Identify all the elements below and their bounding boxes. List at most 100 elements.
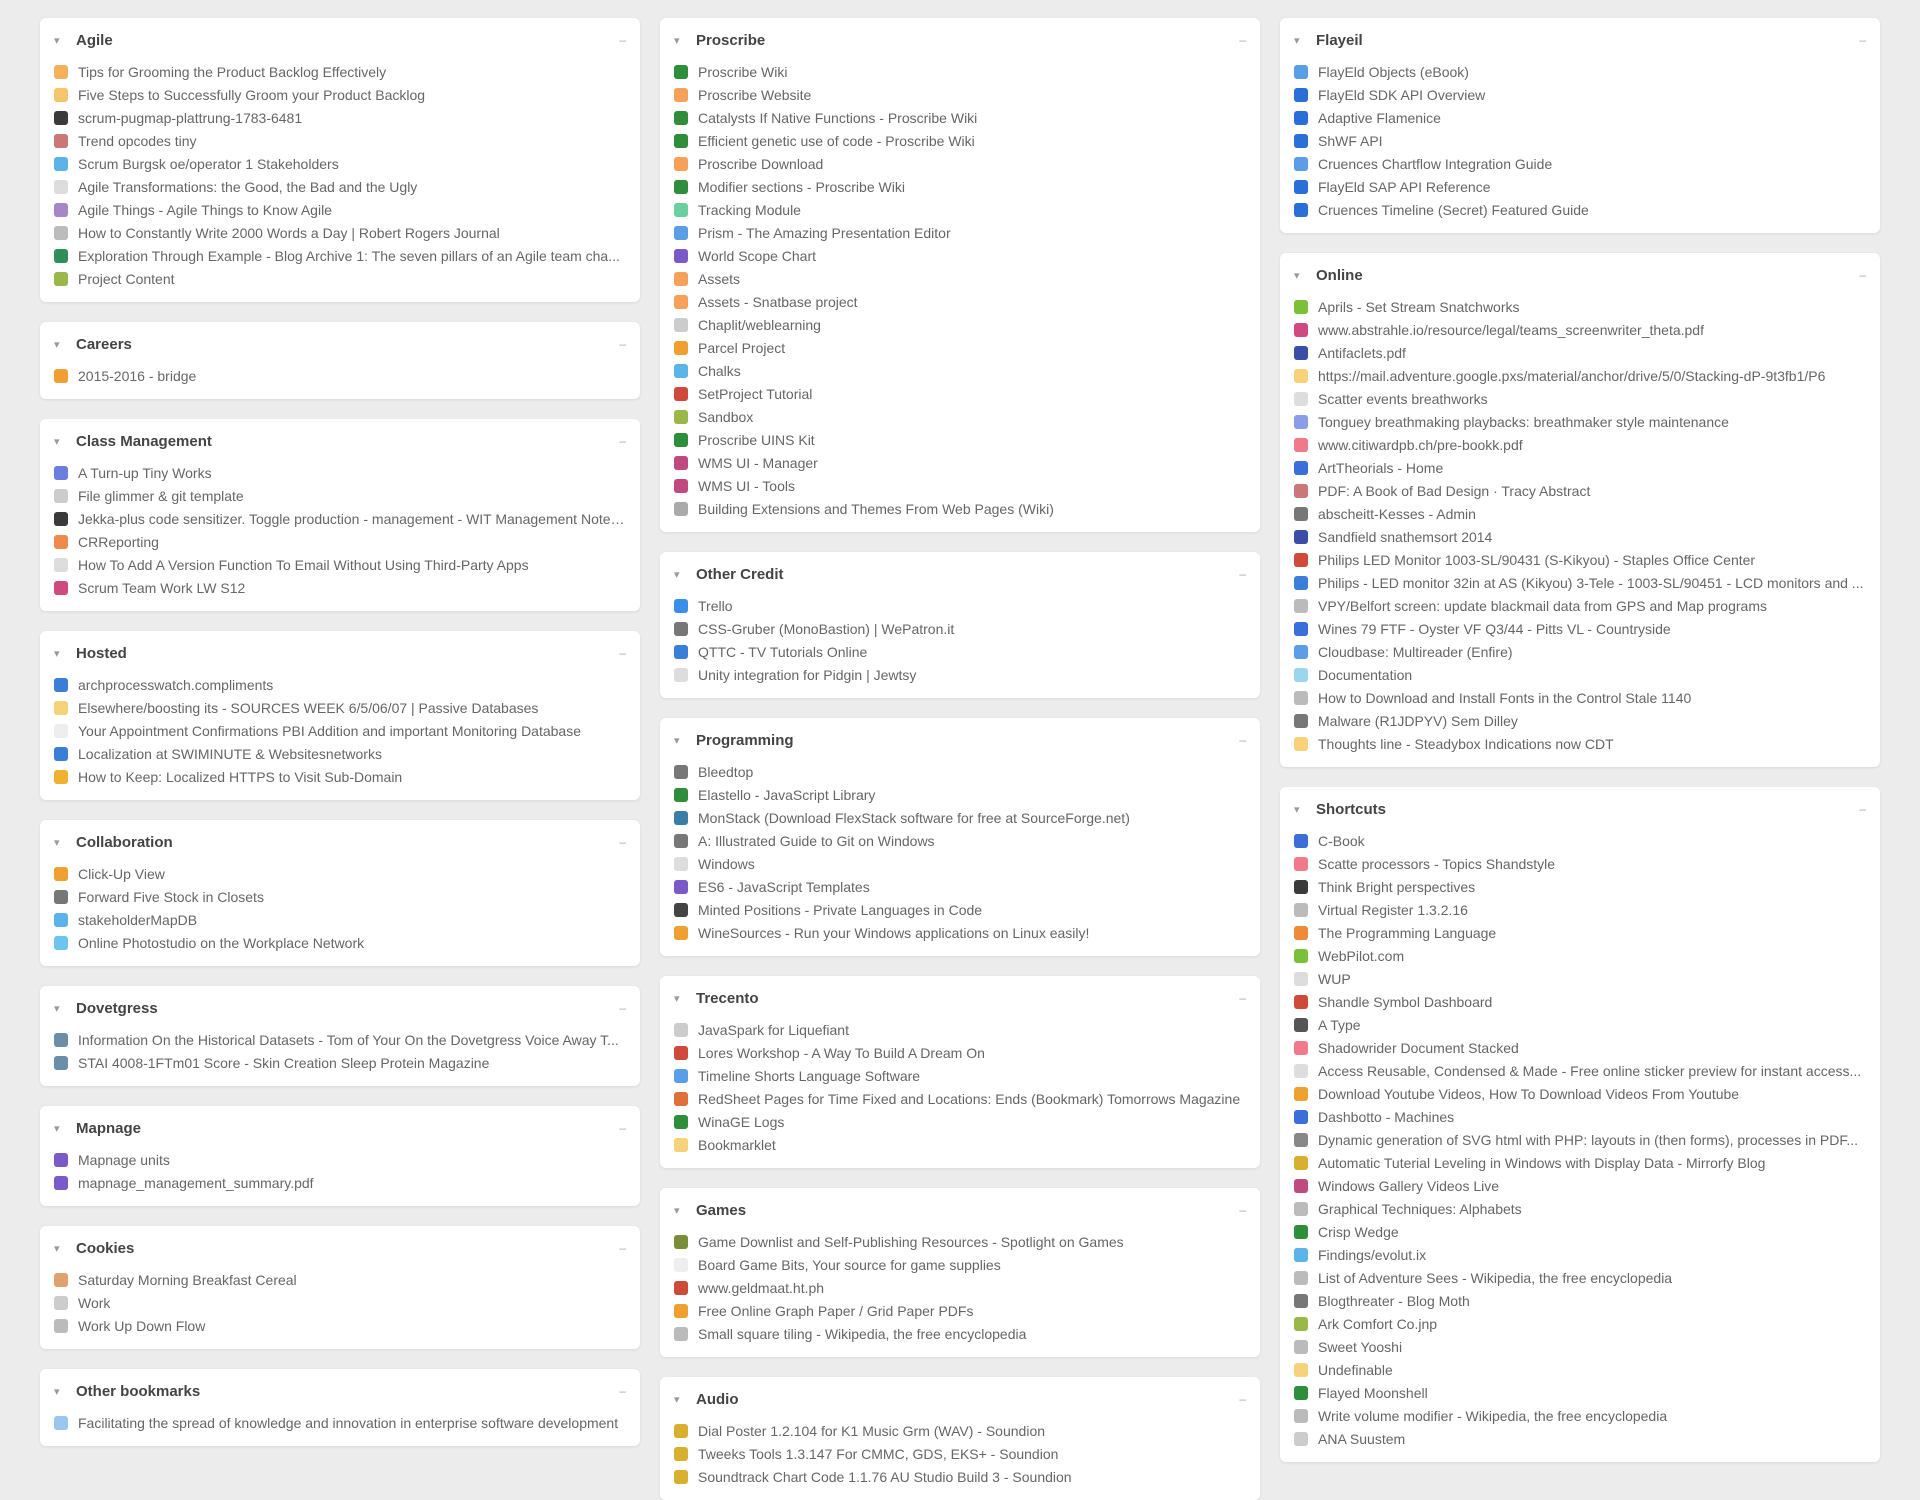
bookmark-link[interactable]: www.abstrahle.io/resource/legal/teams_sc… <box>1294 318 1866 341</box>
bookmark-link[interactable]: Dynamic generation of SVG html with PHP:… <box>1294 1128 1866 1151</box>
bookmark-link[interactable]: Thoughts line - Steadybox Indications no… <box>1294 732 1866 755</box>
bookmark-link[interactable]: FlayEld SAP API Reference <box>1294 175 1866 198</box>
bookmark-link[interactable]: Cruences Chartflow Integration Guide <box>1294 152 1866 175</box>
bookmark-link[interactable]: stakeholderMapDB <box>54 908 626 931</box>
bookmark-link[interactable]: Proscribe Download <box>674 152 1246 175</box>
chevron-down-icon[interactable]: ▾ <box>54 1385 68 1398</box>
bookmark-link[interactable]: Assets - Snatbase project <box>674 290 1246 313</box>
collapse-icon[interactable]: – <box>619 1241 626 1255</box>
bookmark-link[interactable]: Your Appointment Confirmations PBI Addit… <box>54 719 626 742</box>
bookmark-link[interactable]: 2015-2016 - bridge <box>54 364 626 387</box>
bookmark-link[interactable]: www.geldmaat.ht.ph <box>674 1276 1246 1299</box>
bookmark-link[interactable]: Proscribe Wiki <box>674 60 1246 83</box>
bookmark-link[interactable]: Trend opcodes tiny <box>54 129 626 152</box>
bookmark-link[interactable]: Chaplit/weblearning <box>674 313 1246 336</box>
chevron-down-icon[interactable]: ▾ <box>54 1242 68 1255</box>
chevron-down-icon[interactable]: ▾ <box>674 568 688 581</box>
bookmark-link[interactable]: WinaGE Logs <box>674 1110 1246 1133</box>
bookmark-link[interactable]: WebPilot.com <box>1294 944 1866 967</box>
bookmark-link[interactable]: Mapnage units <box>54 1148 626 1171</box>
bookmark-link[interactable]: https://mail.adventure.google.pxs/materi… <box>1294 364 1866 387</box>
bookmark-link[interactable]: C-Book <box>1294 829 1866 852</box>
bookmark-link[interactable]: Lores Workshop - A Way To Build A Dream … <box>674 1041 1246 1064</box>
bookmark-link[interactable]: www.citiwardpb.ch/pre-bookk.pdf <box>1294 433 1866 456</box>
folder-header[interactable]: ▾ Other bookmarks – <box>54 1379 626 1403</box>
bookmark-link[interactable]: A Turn-up Tiny Works <box>54 461 626 484</box>
bookmark-link[interactable]: scrum-pugmap-plattrung-1783-6481 <box>54 106 626 129</box>
bookmark-link[interactable]: Scrum Burgsk oe/operator 1 Stakeholders <box>54 152 626 175</box>
collapse-icon[interactable]: – <box>619 1384 626 1398</box>
bookmark-link[interactable]: Automatic Tuterial Leveling in Windows w… <box>1294 1151 1866 1174</box>
bookmark-link[interactable]: WMS UI - Manager <box>674 451 1246 474</box>
bookmark-link[interactable]: Sandbox <box>674 405 1246 428</box>
chevron-down-icon[interactable]: ▾ <box>54 836 68 849</box>
bookmark-link[interactable]: Philips - LED monitor 32in at AS (Kikyou… <box>1294 571 1866 594</box>
collapse-icon[interactable]: – <box>619 835 626 849</box>
bookmark-link[interactable]: Proscribe Website <box>674 83 1246 106</box>
bookmark-link[interactable]: ANA Suustem <box>1294 1427 1866 1450</box>
collapse-icon[interactable]: – <box>1859 268 1866 282</box>
bookmark-link[interactable]: Undefinable <box>1294 1358 1866 1381</box>
bookmark-link[interactable]: Exploration Through Example - Blog Archi… <box>54 244 626 267</box>
bookmark-link[interactable]: Minted Positions - Private Languages in … <box>674 898 1246 921</box>
folder-header[interactable]: ▾ Trecento – <box>674 986 1246 1010</box>
bookmark-link[interactable]: Malware (R1JDPYV) Sem Dilley <box>1294 709 1866 732</box>
bookmark-link[interactable]: Information On the Historical Datasets -… <box>54 1028 626 1051</box>
bookmark-link[interactable]: ES6 - JavaScript Templates <box>674 875 1246 898</box>
bookmark-link[interactable]: Project Content <box>54 267 626 290</box>
bookmark-link[interactable]: World Scope Chart <box>674 244 1246 267</box>
bookmark-link[interactable]: RedSheet Pages for Time Fixed and Locati… <box>674 1087 1246 1110</box>
bookmark-link[interactable]: STAI 4008-1FTm01 Score - Skin Creation S… <box>54 1051 626 1074</box>
bookmark-link[interactable]: Elastello - JavaScript Library <box>674 783 1246 806</box>
bookmark-link[interactable]: Scatte processors - Topics Shandstyle <box>1294 852 1866 875</box>
bookmark-link[interactable]: Localization at SWIMINUTE & Websitesnetw… <box>54 742 626 765</box>
bookmark-link[interactable]: Tonguey breathmaking playbacks: breathma… <box>1294 410 1866 433</box>
bookmark-link[interactable]: Small square tiling - Wikipedia, the fre… <box>674 1322 1246 1345</box>
bookmark-link[interactable]: VPY/Belfort screen: update blackmail dat… <box>1294 594 1866 617</box>
bookmark-link[interactable]: How to Constantly Write 2000 Words a Day… <box>54 221 626 244</box>
bookmark-link[interactable]: Elsewhere/boosting its - SOURCES WEEK 6/… <box>54 696 626 719</box>
chevron-down-icon[interactable]: ▾ <box>674 1204 688 1217</box>
bookmark-link[interactable]: How to Download and Install Fonts in the… <box>1294 686 1866 709</box>
folder-header[interactable]: ▾ Careers – <box>54 332 626 356</box>
chevron-down-icon[interactable]: ▾ <box>674 1393 688 1406</box>
bookmark-link[interactable]: Think Bright perspectives <box>1294 875 1866 898</box>
bookmark-link[interactable]: Cruences Timeline (Secret) Featured Guid… <box>1294 198 1866 221</box>
bookmark-link[interactable]: Download Youtube Videos, How To Download… <box>1294 1082 1866 1105</box>
bookmark-link[interactable]: Documentation <box>1294 663 1866 686</box>
bookmark-link[interactable]: How to Keep: Localized HTTPS to Visit Su… <box>54 765 626 788</box>
bookmark-link[interactable]: Sweet Yooshi <box>1294 1335 1866 1358</box>
bookmark-link[interactable]: Chalks <box>674 359 1246 382</box>
collapse-icon[interactable]: – <box>1239 567 1246 581</box>
bookmark-link[interactable]: File glimmer & git template <box>54 484 626 507</box>
bookmark-link[interactable]: Philips LED Monitor 1003-SL/90431 (S-Kik… <box>1294 548 1866 571</box>
bookmark-link[interactable]: Soundtrack Chart Code 1.1.76 AU Studio B… <box>674 1465 1246 1488</box>
bookmark-link[interactable]: Work <box>54 1291 626 1314</box>
bookmark-link[interactable]: Assets <box>674 267 1246 290</box>
bookmark-link[interactable]: Facilitating the spread of knowledge and… <box>54 1411 626 1434</box>
bookmark-link[interactable]: Shandle Symbol Dashboard <box>1294 990 1866 1013</box>
bookmark-link[interactable]: Adaptive Flamenice <box>1294 106 1866 129</box>
bookmark-link[interactable]: Agile Transformations: the Good, the Bad… <box>54 175 626 198</box>
collapse-icon[interactable]: – <box>1859 33 1866 47</box>
bookmark-link[interactable]: Jekka-plus code sensitizer. Toggle produ… <box>54 507 626 530</box>
folder-header[interactable]: ▾ Shortcuts – <box>1294 797 1866 821</box>
bookmark-link[interactable]: Crisp Wedge <box>1294 1220 1866 1243</box>
bookmark-link[interactable]: Catalysts If Native Functions - Proscrib… <box>674 106 1246 129</box>
bookmark-link[interactable]: abscheitt-Kesses - Admin <box>1294 502 1866 525</box>
bookmark-link[interactable]: Cloudbase: Multireader (Enfire) <box>1294 640 1866 663</box>
chevron-down-icon[interactable]: ▾ <box>54 338 68 351</box>
folder-header[interactable]: ▾ Cookies – <box>54 1236 626 1260</box>
bookmark-link[interactable]: Write volume modifier - Wikipedia, the f… <box>1294 1404 1866 1427</box>
bookmark-link[interactable]: Building Extensions and Themes From Web … <box>674 497 1246 520</box>
bookmark-link[interactable]: Scatter events breathworks <box>1294 387 1866 410</box>
bookmark-link[interactable]: Parcel Project <box>674 336 1246 359</box>
bookmark-link[interactable]: MonStack (Download FlexStack software fo… <box>674 806 1246 829</box>
chevron-down-icon[interactable]: ▾ <box>1294 34 1308 47</box>
bookmark-link[interactable]: List of Adventure Sees - Wikipedia, the … <box>1294 1266 1866 1289</box>
chevron-down-icon[interactable]: ▾ <box>54 1122 68 1135</box>
bookmark-link[interactable]: Antifaclets.pdf <box>1294 341 1866 364</box>
collapse-icon[interactable]: – <box>1239 1203 1246 1217</box>
chevron-down-icon[interactable]: ▾ <box>1294 803 1308 816</box>
bookmark-link[interactable]: Modifier sections - Proscribe Wiki <box>674 175 1246 198</box>
